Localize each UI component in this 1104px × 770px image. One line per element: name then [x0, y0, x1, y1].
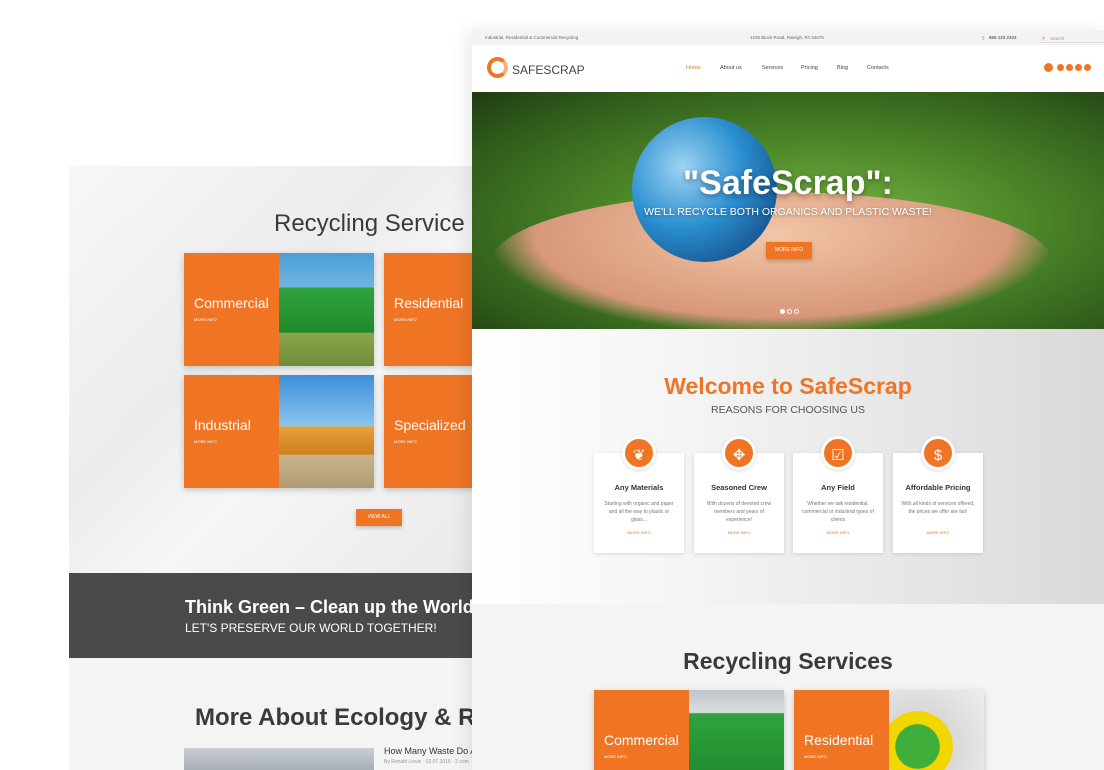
twitter-icon[interactable] [1044, 63, 1053, 72]
dribbble-icon[interactable] [1066, 64, 1073, 71]
feature-card-pricing: $ Affordable Pricing With all kinds of s… [893, 436, 983, 553]
hero-title: "SafeScrap": [683, 164, 893, 202]
nav-contacts[interactable]: Contacts [867, 65, 889, 71]
checkbox-icon: ☑ [821, 436, 855, 470]
bin-lids-photo [889, 690, 984, 770]
service-tile-commercial-back[interactable]: Commercial MORE INFO [184, 253, 374, 366]
recycling-services-section: Recycling Services Commercial MORE INFO … [472, 604, 1104, 770]
youtube-icon[interactable] [1084, 64, 1091, 71]
view-all-button[interactable]: VIEW ALL [356, 509, 402, 526]
welcome-subtitle: REASONS FOR CHOOSING US [710, 404, 866, 416]
more-info-link[interactable]: MORE INFO [893, 530, 983, 535]
think-green-band: Think Green – Clean up the World LET'S P… [69, 573, 489, 658]
address: 1235 Block Road, Raleigh, PA 34679 [750, 35, 824, 40]
service-tile-residential[interactable]: Residential MORE INFO [794, 690, 984, 770]
welcome-title: Welcome to SafeScrap [664, 373, 912, 399]
welcome-section: Welcome to SafeScrap REASONS FOR CHOOSIN… [472, 329, 1104, 604]
blog-thumbnail[interactable] [184, 748, 374, 770]
more-info-link[interactable]: MORE INFO [793, 530, 883, 535]
leaf-icon: ❦ [622, 436, 656, 470]
more-info-link[interactable]: MORE INFO [594, 530, 684, 535]
dollar-icon: $ [921, 436, 955, 470]
background-page-preview: Recycling Service Commercial MORE INFO R… [69, 166, 489, 770]
feature-card-crew: ✥ Seasoned Crew With dozens of devoted c… [694, 436, 784, 553]
more-about-title: More About Ecology & Re [195, 704, 489, 731]
team-icon: ✥ [722, 436, 756, 470]
phone-number: 555 123 2323 [989, 35, 1017, 40]
feature-card-materials: ❦ Any Materials Starting with organic an… [594, 436, 684, 553]
top-bar: Industrial, Residential & Commercial Rec… [472, 30, 1104, 45]
blog-post-meta: By Ronald Lewis · 02.07.2016 · 2 com [384, 759, 469, 765]
more-info-link[interactable]: MORE INFO [694, 530, 784, 535]
hero-more-button[interactable]: MORE INFO [766, 242, 812, 259]
instagram-icon[interactable] [1075, 64, 1082, 71]
bins-photo [279, 253, 374, 366]
nav-blog[interactable]: Blog [837, 65, 848, 71]
service-tile-commercial[interactable]: Commercial MORE INFO [594, 690, 784, 770]
nav-about[interactable]: About us [720, 65, 742, 71]
nav-services[interactable]: Services [762, 65, 783, 71]
services-title-back: Recycling Service [274, 210, 465, 237]
search-icon: ⚲ [1042, 36, 1046, 41]
slider-dot-2[interactable] [787, 309, 792, 314]
slider-dot-1[interactable] [780, 309, 785, 314]
search-input[interactable]: ⚲ Search [1040, 33, 1104, 43]
hero-slider: "SafeScrap": WE'LL RECYCLE BOTH ORGANICS… [472, 92, 1104, 329]
recycling-services-title: Recycling Services [683, 648, 893, 674]
hero-subtitle: WE'LL RECYCLE BOTH ORGANICS AND PLASTIC … [644, 206, 932, 218]
site-header: SAFESCRAP Home About us Services Pricing… [472, 45, 1104, 92]
bins-photo [689, 690, 784, 770]
tagline: Industrial, Residential & Commercial Rec… [485, 35, 579, 40]
main-page-preview: Industrial, Residential & Commercial Rec… [472, 30, 1104, 770]
service-tile-industrial-back[interactable]: Industrial MORE INFO [184, 375, 374, 488]
excavator-photo [279, 375, 374, 488]
feature-card-field: ☑ Any Field Whether we talk residential,… [793, 436, 883, 553]
nav-home[interactable]: Home [686, 65, 701, 71]
blog-post-title[interactable]: How Many Waste Do A [384, 746, 476, 756]
slider-dot-3[interactable] [794, 309, 799, 314]
nav-pricing[interactable]: Pricing [801, 65, 818, 71]
logo-text[interactable]: SAFESCRAP [512, 63, 585, 77]
facebook-icon[interactable] [1057, 64, 1064, 71]
logo-icon[interactable] [487, 57, 508, 78]
phone-icon: ▯ [982, 35, 985, 40]
